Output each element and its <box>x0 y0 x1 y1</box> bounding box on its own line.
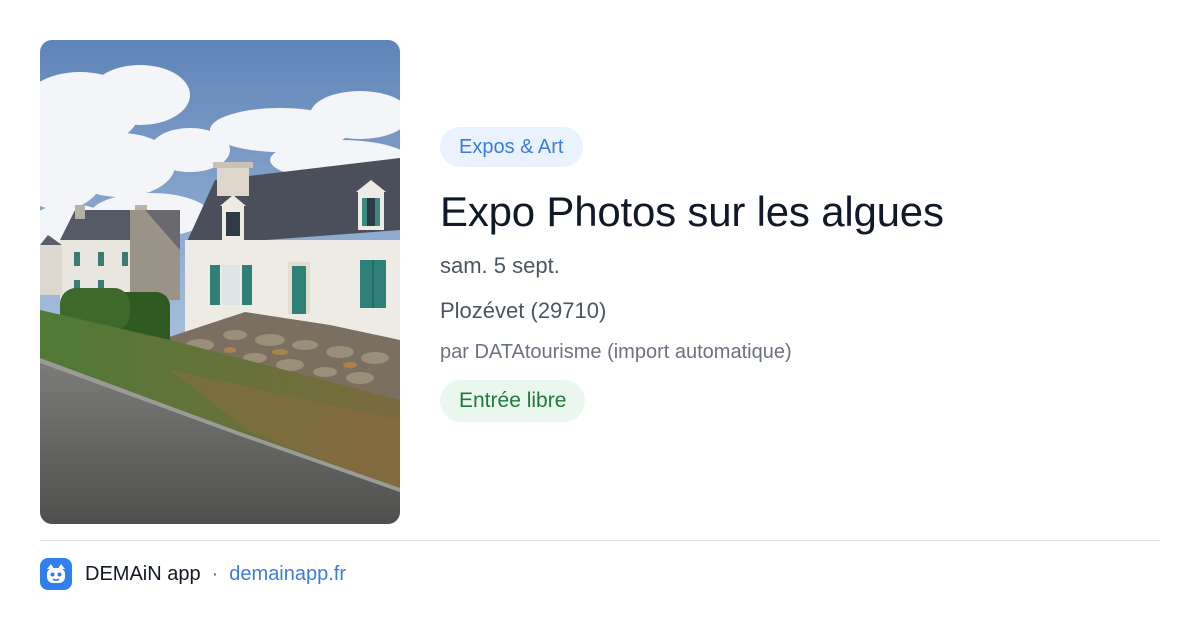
event-info: Expos & Art Expo Photos sur les algues s… <box>440 127 1160 422</box>
event-title: Expo Photos sur les algues <box>440 188 944 235</box>
price-badge: Entrée libre <box>440 380 586 422</box>
cat-face-icon <box>47 564 65 583</box>
category-badge[interactable]: Expos & Art <box>440 127 583 167</box>
footer-divider <box>40 540 1160 541</box>
event-date: sam. 5 sept. <box>440 253 560 278</box>
event-location: Plozévet (29710) <box>440 298 607 323</box>
footer: DEMAiN app · demainapp.fr <box>40 558 346 590</box>
event-photo-image <box>40 40 400 524</box>
footer-separator: · <box>211 562 219 585</box>
event-author: par DATAtourisme (import automatique) <box>440 341 792 363</box>
app-name: DEMAiN app <box>85 562 201 585</box>
event-card: Expos & Art Expo Photos sur les algues s… <box>0 0 1200 630</box>
event-photo[interactable] <box>40 40 400 524</box>
app-logo-icon[interactable] <box>40 558 72 590</box>
app-domain-link[interactable]: demainapp.fr <box>229 563 346 586</box>
